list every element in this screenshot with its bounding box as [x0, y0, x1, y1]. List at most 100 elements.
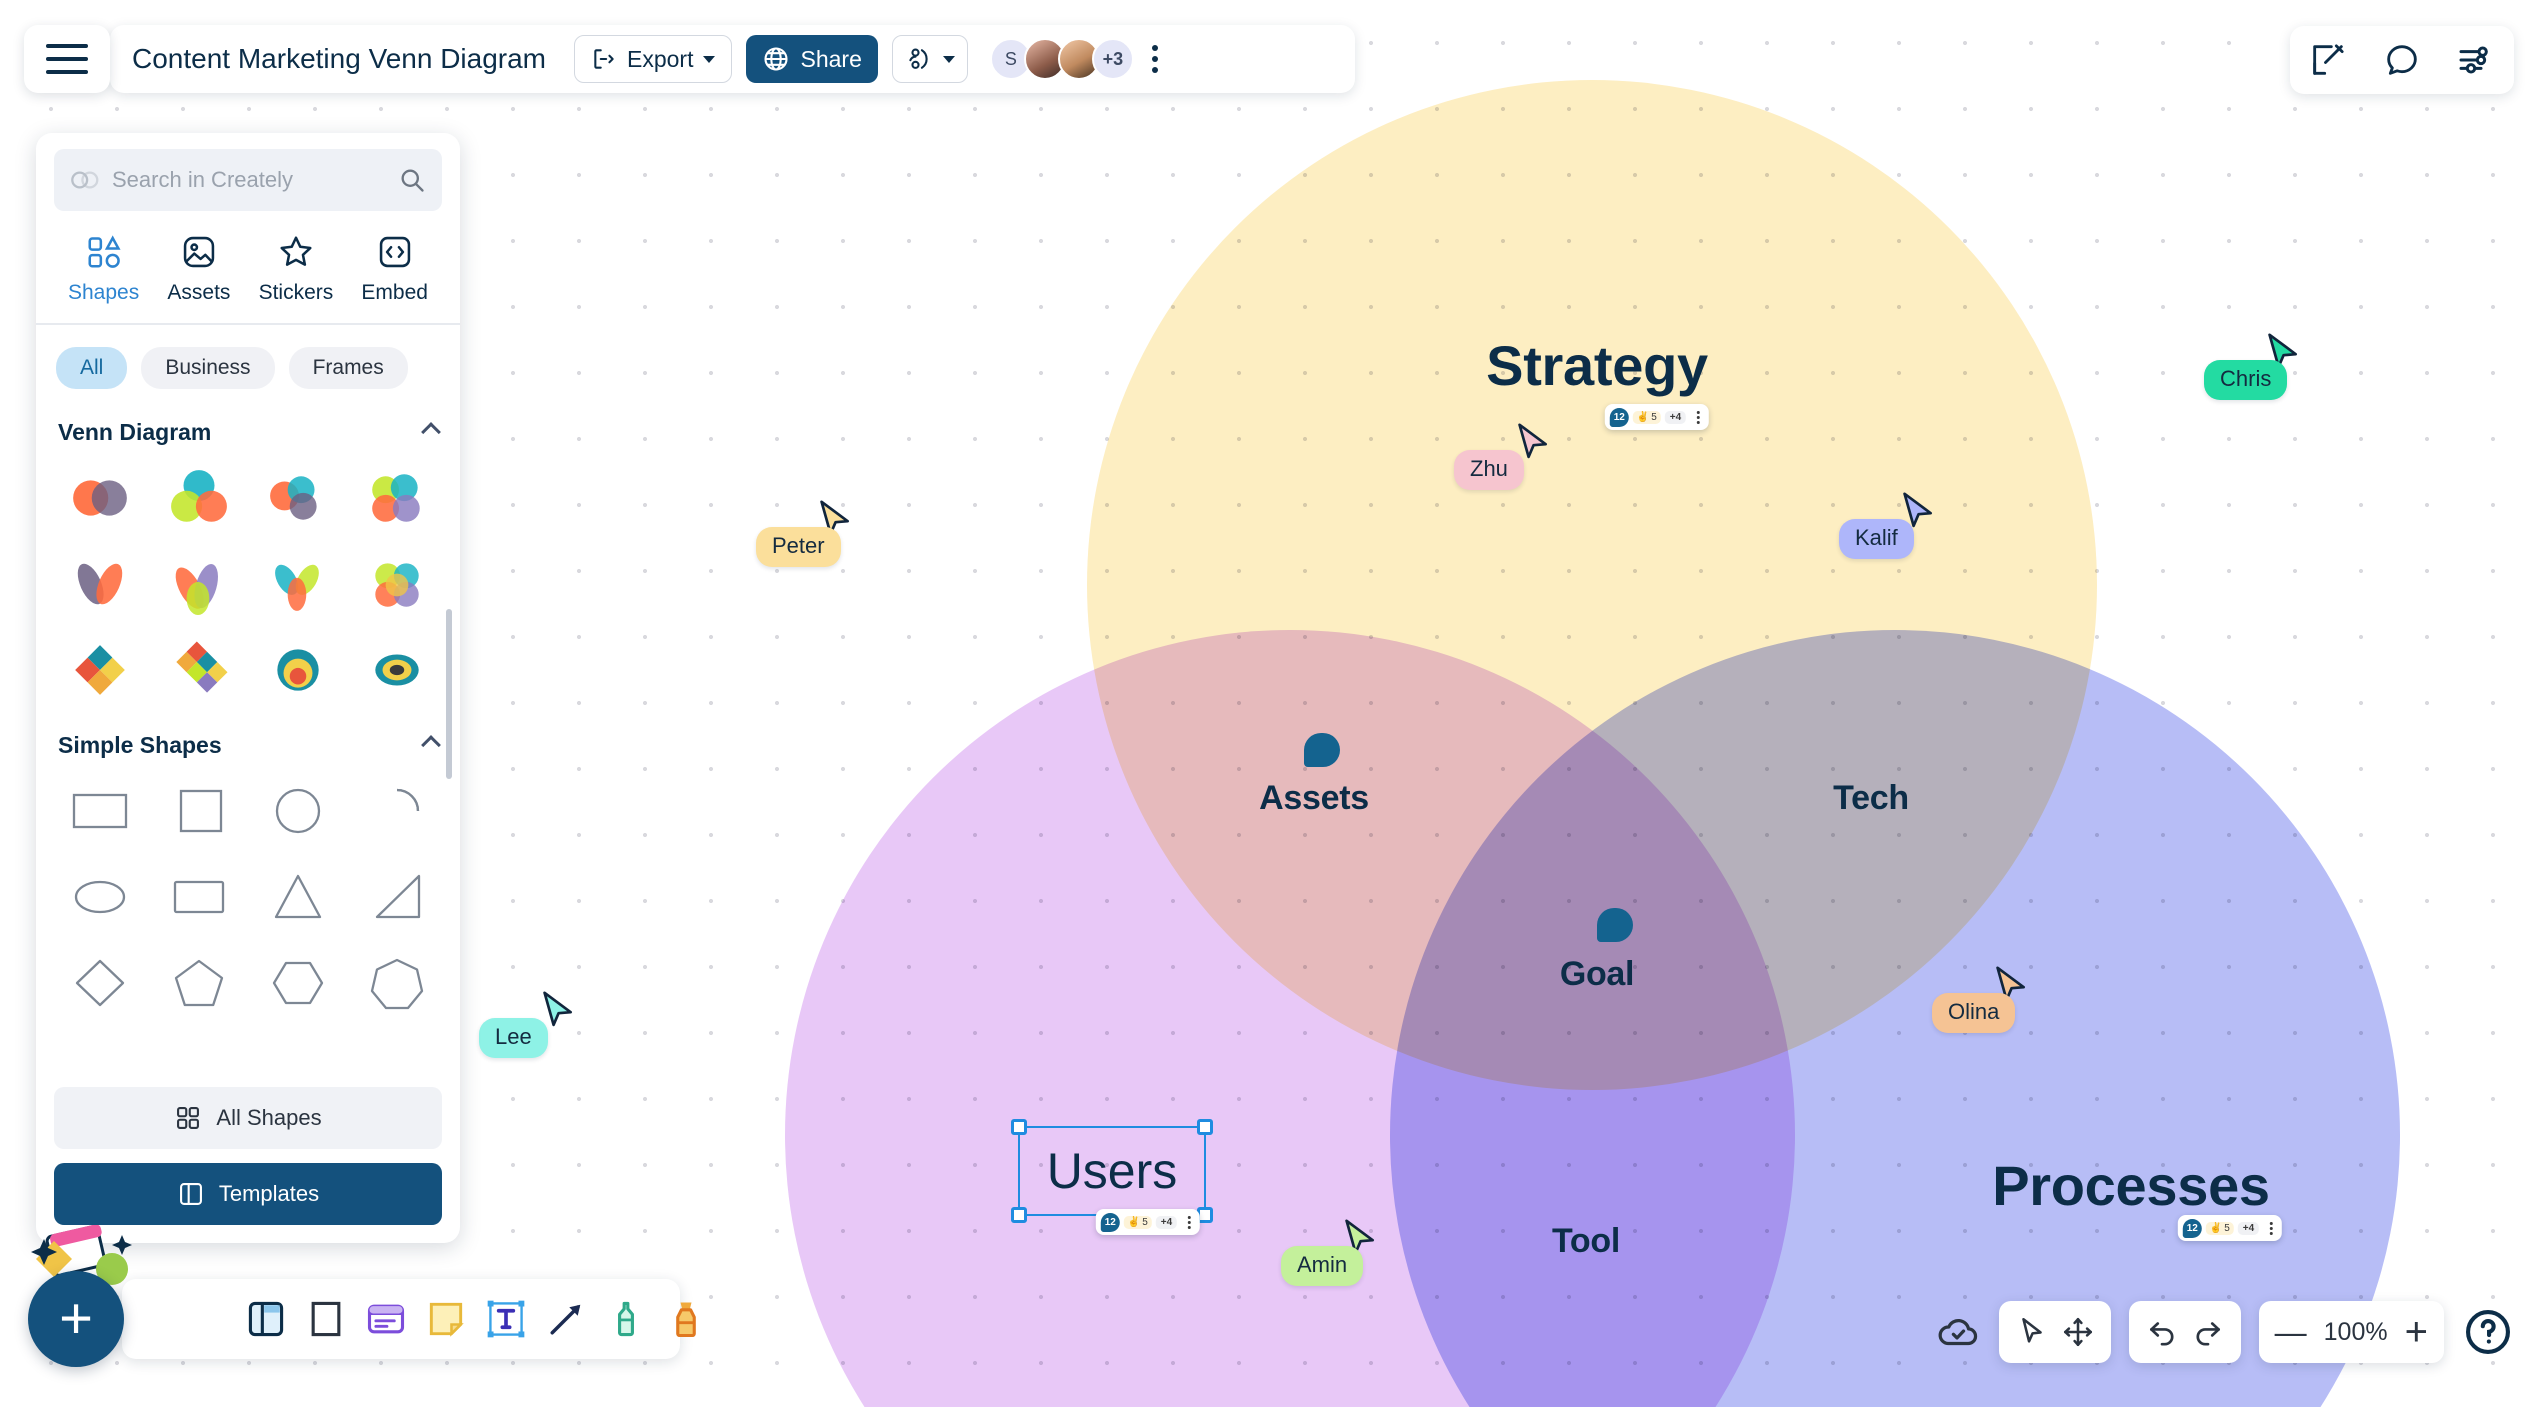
document-more-menu-button[interactable]	[1151, 45, 1158, 73]
comment-bubble-icon[interactable]	[2382, 40, 2422, 80]
collaborator-name: Zhu	[1454, 450, 1524, 490]
simple-shape-heptagon[interactable]	[351, 947, 442, 1019]
zoom-out-button[interactable]: —	[2275, 1316, 2307, 1348]
simple-shape-rounded-rectangle[interactable]	[153, 861, 244, 933]
sticky-note-tool[interactable]	[424, 1292, 468, 1346]
badge-more-icon[interactable]	[2265, 1221, 2277, 1235]
venn-shape-thumbnail[interactable]	[153, 634, 244, 706]
venn-shape-thumbnail[interactable]	[153, 548, 244, 620]
search-icon[interactable]	[398, 166, 426, 194]
pen-marker-tool[interactable]	[604, 1292, 648, 1346]
tab-embed[interactable]: Embed	[361, 233, 428, 305]
simple-shape-right-triangle[interactable]	[351, 861, 442, 933]
arrow-connector-tool[interactable]	[544, 1292, 588, 1346]
zoom-level-value[interactable]: 100%	[2319, 1318, 2393, 1347]
reaction-chip[interactable]: ✌ 5	[1123, 1215, 1152, 1229]
panel-scrollbar[interactable]	[446, 609, 452, 779]
venn-shape-thumbnail[interactable]	[54, 462, 145, 534]
simple-shape-ellipse[interactable]	[54, 861, 145, 933]
simple-shape-triangle[interactable]	[252, 861, 343, 933]
sliders-settings-icon[interactable]	[2456, 40, 2496, 80]
venn-shape-thumbnail[interactable]	[54, 634, 145, 706]
tab-shapes[interactable]: Shapes	[68, 233, 139, 305]
all-shapes-label: All Shapes	[216, 1105, 322, 1130]
venn-shape-thumbnail[interactable]	[351, 548, 442, 620]
card-note-tool[interactable]	[364, 1292, 408, 1346]
venn-shape-thumbnail[interactable]	[252, 634, 343, 706]
venn-label-assets[interactable]: Assets	[1259, 779, 1369, 818]
tab-assets[interactable]: Assets	[167, 233, 230, 305]
all-shapes-button[interactable]: All Shapes	[54, 1087, 442, 1149]
highlighter-icon	[676, 1302, 696, 1338]
chip-all[interactable]: All	[56, 346, 128, 389]
simple-shape-arc[interactable]	[351, 775, 442, 847]
cloud-saved-icon[interactable]	[1935, 1309, 1981, 1355]
add-new-button[interactable]: +	[28, 1271, 124, 1367]
venn-label-strategy[interactable]: Strategy	[1486, 333, 1708, 398]
simple-shape-square[interactable]	[153, 775, 244, 847]
venn-thumbnail-icon	[269, 475, 317, 520]
simple-shape-pentagon[interactable]	[153, 947, 244, 1019]
triangle-icon	[274, 874, 321, 918]
container-frame-tool[interactable]	[244, 1292, 288, 1346]
reaction-badge-strategy[interactable]: 12 ✌ 5 +4	[1604, 404, 1710, 430]
resize-handle-bottom-left[interactable]	[1011, 1207, 1027, 1223]
reaction-badge-processes[interactable]: 12 ✌ 5 +4	[2177, 1215, 2283, 1241]
share-button[interactable]: Share	[746, 35, 878, 83]
section-header-venn-diagram[interactable]: Venn Diagram	[54, 411, 442, 462]
rectangle-shape-tool[interactable]	[304, 1292, 348, 1346]
text-box-tool[interactable]	[484, 1292, 528, 1346]
comment-count[interactable]: 12	[1100, 1212, 1120, 1232]
reaction-overflow[interactable]: +4	[2237, 1221, 2260, 1235]
venn-shape-thumbnail[interactable]	[252, 462, 343, 534]
chip-business[interactable]: Business	[141, 346, 275, 389]
reaction-overflow[interactable]: +4	[1664, 410, 1687, 424]
venn-label-tool[interactable]: Tool	[1552, 1222, 1620, 1261]
avatar-overflow-count[interactable]: +3	[1091, 38, 1134, 80]
comment-count[interactable]: 12	[2182, 1218, 2202, 1238]
venn-label-processes[interactable]: Processes	[1992, 1153, 2270, 1218]
simple-shape-circle[interactable]	[252, 775, 343, 847]
redo-button[interactable]	[2191, 1315, 2225, 1349]
chip-frames[interactable]: Frames	[288, 346, 408, 389]
simple-shape-rectangle[interactable]	[54, 775, 145, 847]
resize-handle-top-left[interactable]	[1011, 1119, 1027, 1135]
drawing-tools-bar	[122, 1279, 696, 1359]
venn-shape-thumbnail[interactable]	[54, 548, 145, 620]
templates-button[interactable]: Templates	[54, 1163, 442, 1225]
comment-count[interactable]: 12	[1609, 407, 1629, 427]
container-frame-icon	[248, 1301, 284, 1337]
selected-element-users[interactable]: Users	[1011, 1119, 1213, 1223]
venn-shape-thumbnail[interactable]	[351, 462, 442, 534]
badge-more-icon[interactable]	[1692, 410, 1704, 424]
highlighter-tool[interactable]	[664, 1292, 708, 1346]
simple-shape-diamond[interactable]	[54, 947, 145, 1019]
badge-more-icon[interactable]	[1183, 1215, 1195, 1229]
help-button[interactable]	[2462, 1306, 2514, 1358]
reaction-badge-users[interactable]: 12 ✌ 5 +4	[1095, 1209, 1201, 1235]
edit-pencil-icon[interactable]	[2308, 40, 2348, 80]
venn-shape-thumbnail[interactable]	[351, 634, 442, 706]
shape-search-field[interactable]: Search in Creately	[54, 149, 442, 211]
venn-label-tech[interactable]: Tech	[1833, 779, 1909, 818]
comment-pin-goal[interactable]	[1597, 908, 1633, 942]
section-header-simple-shapes[interactable]: Simple Shapes	[54, 706, 442, 775]
undo-button[interactable]	[2145, 1315, 2179, 1349]
venn-label-goal[interactable]: Goal	[1560, 955, 1635, 994]
tab-stickers[interactable]: Stickers	[259, 233, 333, 305]
comment-pin-assets[interactable]	[1304, 733, 1340, 767]
reaction-chip[interactable]: ✌ 5	[1632, 410, 1661, 424]
main-menu-button[interactable]	[24, 25, 110, 93]
venn-shape-thumbnail[interactable]	[153, 462, 244, 534]
venn-shape-thumbnail[interactable]	[252, 548, 343, 620]
cursor-select-button[interactable]	[2015, 1315, 2049, 1349]
pan-mode-button[interactable]	[2061, 1315, 2095, 1349]
zoom-in-button[interactable]: +	[2405, 1312, 2428, 1352]
reaction-chip[interactable]: ✌ 5	[2205, 1221, 2234, 1235]
export-button[interactable]: Export	[574, 35, 733, 83]
collaborate-button[interactable]	[891, 35, 968, 83]
reaction-overflow[interactable]: +4	[1155, 1215, 1178, 1229]
simple-shape-hexagon[interactable]	[252, 947, 343, 1019]
document-title[interactable]: Content Marketing Venn Diagram	[132, 43, 546, 75]
resize-handle-top-right[interactable]	[1197, 1119, 1213, 1135]
